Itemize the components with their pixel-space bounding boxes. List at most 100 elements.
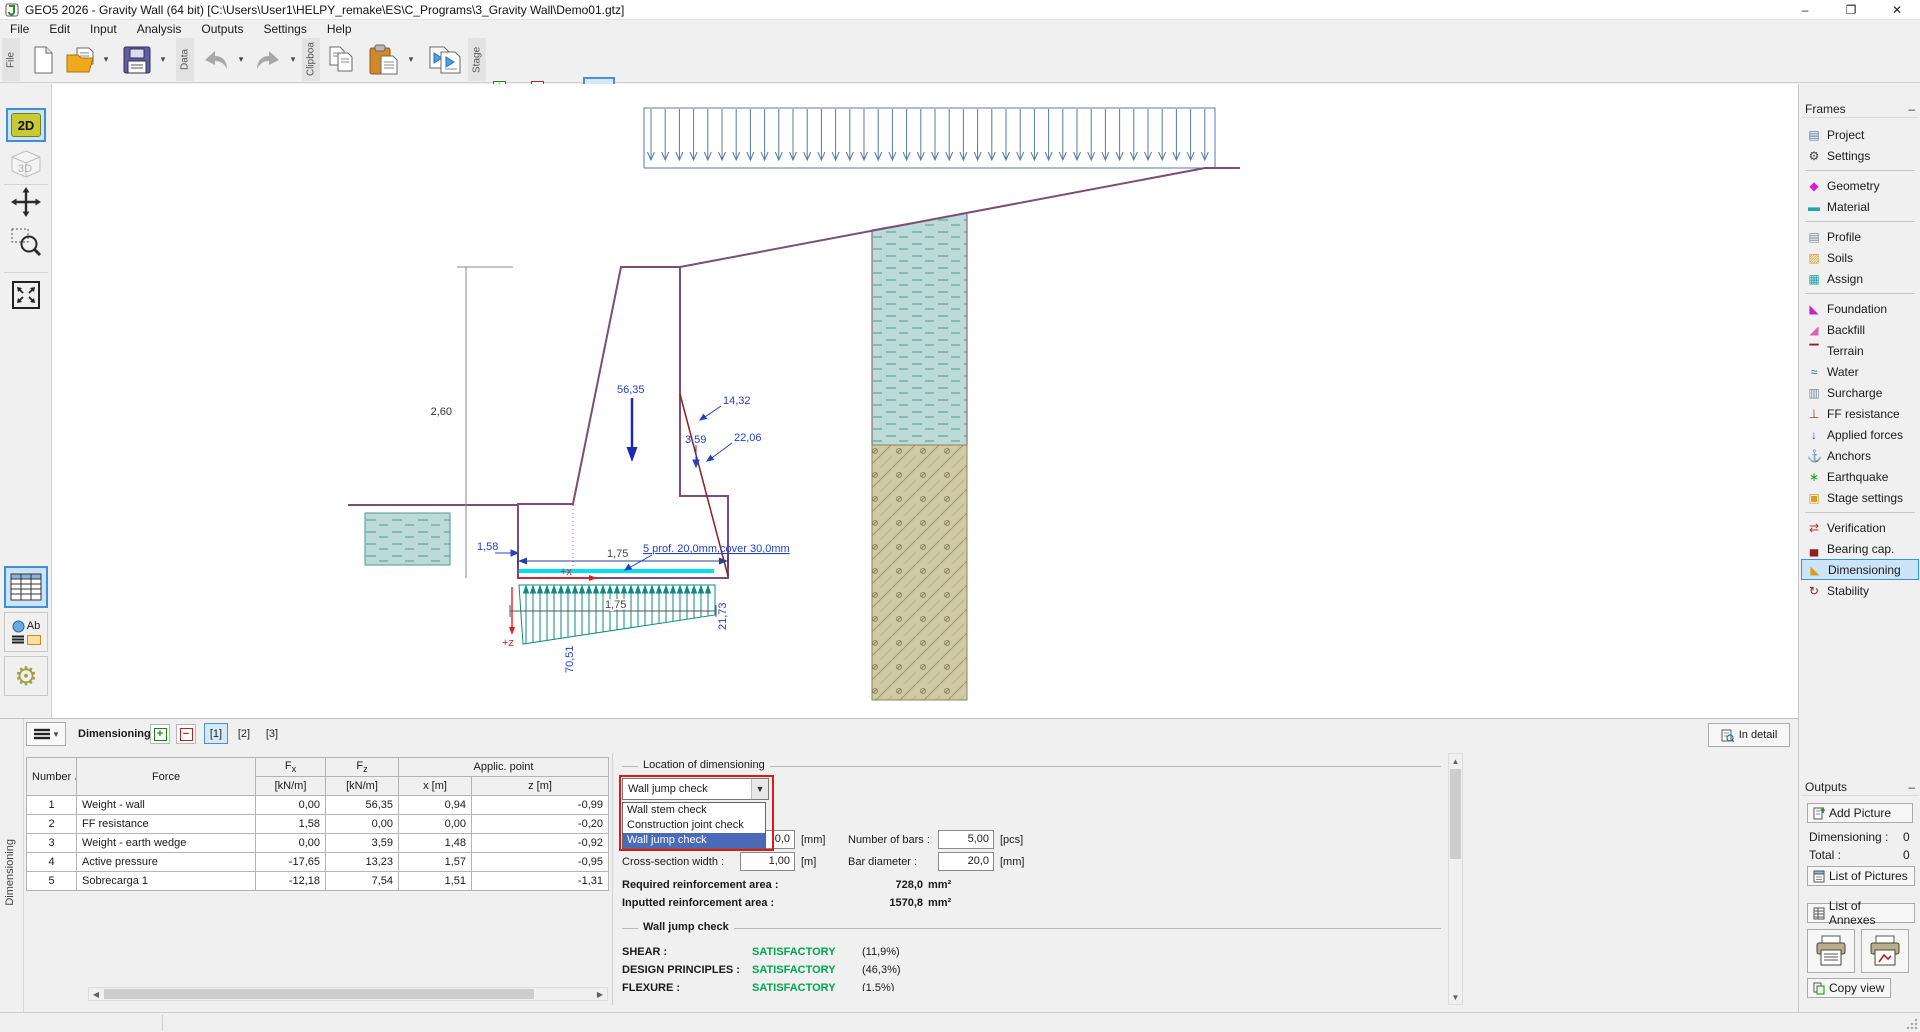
new-file-button[interactable] [26,39,60,80]
add-dimensioning-button[interactable]: + [150,724,170,744]
compare-views-button[interactable] [424,39,468,80]
frames-item-ff-resistance[interactable]: ⊥FF resistance [1801,403,1919,424]
frames-item-soils[interactable]: ▨Soils [1801,247,1919,268]
geometry-icon: ◆ [1807,179,1821,193]
drawing-canvas[interactable]: 2,60 +x +z 1,75 1,75 56,35 14,32 22,06 3… [52,84,1798,718]
pressure-upper-arrow [700,406,721,420]
dimensioning-location-combobox[interactable]: Wall jump check ▼ [622,778,769,800]
resize-grip[interactable] [1906,1018,1918,1030]
scroll-left-arrow[interactable]: ◀ [90,989,102,999]
frames-item-foundation[interactable]: ◣Foundation [1801,298,1919,319]
view-3d-button[interactable]: 3D [6,146,46,182]
number-of-bars-input[interactable]: 5,00 [938,830,994,849]
menu-input[interactable]: Input [80,21,127,37]
frames-item-profile[interactable]: ▤Profile [1801,226,1919,247]
col-x-unit[interactable]: x [m] [399,777,472,796]
print-document-button[interactable] [1807,929,1855,973]
frames-item-project[interactable]: ▤Project [1801,124,1919,145]
frames-item-terrain[interactable]: ▔Terrain [1801,340,1919,361]
frames-item-stage-settings[interactable]: ▣Stage settings [1801,487,1919,508]
force-row-5[interactable]: 5Sobrecarga 1-12,187,541,51-1,31 [27,872,609,891]
frames-item-applied-forces[interactable]: ↓Applied forces [1801,424,1919,445]
frames-item-surcharge[interactable]: ▥Surcharge [1801,382,1919,403]
in-detail-button[interactable]: In detail [1708,723,1790,747]
scroll-thumb[interactable] [1450,769,1461,859]
col-applic-point[interactable]: Applic. point [399,758,609,777]
menu-outputs[interactable]: Outputs [191,21,253,37]
remove-dimensioning-button[interactable]: − [176,724,196,744]
frames-item-earthquake[interactable]: ∗Earthquake [1801,466,1919,487]
frames-item-stability[interactable]: ↻Stability [1801,580,1919,601]
scroll-right-arrow[interactable]: ▶ [594,989,606,999]
force-row-3[interactable]: 3Weight - earth wedge0,003,591,48-0,92 [27,834,609,853]
menu-help[interactable]: Help [317,21,362,37]
undo-button[interactable] [198,39,234,80]
combo-option-wall-stem-check[interactable]: Wall stem check [623,803,765,818]
list-of-annexes-button[interactable]: List of Annexes [1807,903,1915,923]
open-dropdown-arrow[interactable]: ▾ [100,39,112,80]
menu-edit[interactable]: Edit [39,21,80,37]
frames-item-dimensioning[interactable]: ◣Dimensioning [1801,559,1919,580]
col-force[interactable]: Force [77,758,256,796]
print-picture-button[interactable] [1861,929,1909,973]
paste-button[interactable] [364,39,404,80]
frames-item-geometry[interactable]: ◆Geometry [1801,175,1919,196]
col-number[interactable]: Number▲ [27,758,77,796]
force-row-1[interactable]: 1Weight - wall0,0056,350,94-0,99 [27,796,609,815]
frames-item-anchors[interactable]: ⚓Anchors [1801,445,1919,466]
panel-v-scrollbar[interactable]: ▲ ▼ [1448,753,1463,1005]
menu-file[interactable]: File [0,21,39,37]
frames-item-backfill[interactable]: ◢Backfill [1801,319,1919,340]
maximize-button[interactable]: ❐ [1828,0,1874,20]
dimensioning-tab-2[interactable]: [2] [232,723,256,744]
combo-option-construction-joint-check[interactable]: Construction joint check [623,818,765,833]
undo-dropdown-arrow[interactable]: ▾ [235,39,247,80]
menu-settings[interactable]: Settings [253,21,316,37]
minimize-button[interactable]: – [1782,0,1828,20]
dimensioning-tab-3[interactable]: [3] [260,723,284,744]
cross-section-width-input[interactable]: 1,00 [740,852,795,871]
redo-button[interactable] [250,39,286,80]
list-of-pictures-button[interactable]: List of Pictures [1807,866,1915,886]
dimensioning-tab-1[interactable]: [1] [204,723,228,744]
scroll-down-arrow[interactable]: ▼ [1450,991,1461,1003]
scroll-up-arrow[interactable]: ▲ [1450,755,1461,767]
save-button[interactable] [118,39,156,80]
menu-analysis[interactable]: Analysis [127,21,192,37]
copy-button[interactable] [324,39,360,80]
table-h-scrollbar[interactable]: ◀ ▶ [88,987,608,1001]
combo-option-wall-jump-check[interactable]: Wall jump check [623,833,765,848]
frames-item-settings[interactable]: ⚙Settings [1801,145,1919,166]
zoom-tool-button[interactable] [6,225,46,259]
soils-icon: ▨ [1807,251,1821,265]
copy-view-button[interactable]: Copy view [1807,978,1891,998]
bar-diameter-input[interactable]: 20,0 [938,852,994,871]
outputs-minimize-button[interactable]: – [1908,780,1915,794]
tables-view-button[interactable] [4,566,48,608]
frames-item-verification[interactable]: ⇄Verification [1801,517,1919,538]
redo-dropdown-arrow[interactable]: ▾ [287,39,299,80]
col-z-unit[interactable]: z [m] [472,777,609,796]
drawing-settings-button[interactable]: Ab [4,612,48,652]
frames-item-material[interactable]: ▬Material [1801,196,1919,217]
open-file-button[interactable] [62,39,100,80]
frames-item-water[interactable]: ≈Water [1801,361,1919,382]
visualization-settings-button[interactable]: ⚙ [4,656,48,696]
frames-item-assign[interactable]: ▦Assign [1801,268,1919,289]
force-row-4[interactable]: 4Active pressure-17,6513,231,57-0,95 [27,853,609,872]
scroll-thumb[interactable] [104,989,534,999]
frames-item-bearing-cap[interactable]: ▄Bearing cap. [1801,538,1919,559]
save-dropdown-arrow[interactable]: ▾ [157,39,169,80]
add-picture-button[interactable]: + Add Picture [1807,803,1913,823]
col-fz[interactable]: Fz [326,758,399,777]
view-2d-button[interactable]: 2D [6,108,46,142]
frames-minimize-button[interactable]: – [1908,102,1915,116]
fit-to-screen-button[interactable] [6,279,46,311]
paste-dropdown-arrow[interactable]: ▾ [405,39,417,80]
combobox-dropdown-list: Wall stem checkConstruction joint checkW… [622,802,766,849]
col-fx[interactable]: Fx [256,758,326,777]
pan-tool-button[interactable] [6,185,46,219]
close-button[interactable]: ✕ [1874,0,1920,20]
force-row-2[interactable]: 2FF resistance1,580,000,00-0,20 [27,815,609,834]
table-menu-button[interactable]: ▾ [26,722,66,746]
